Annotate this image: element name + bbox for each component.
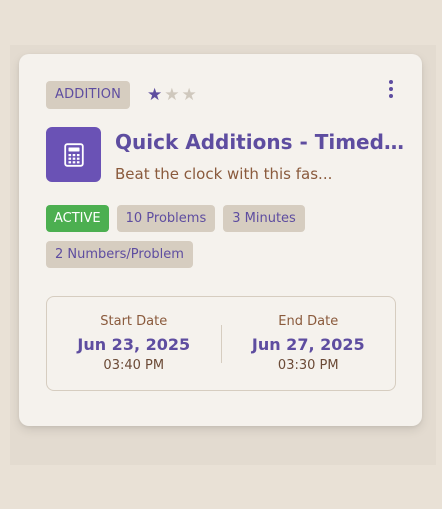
star-filled-icon: ★ <box>147 85 163 105</box>
start-date-value: Jun 23, 2025 <box>77 335 191 354</box>
end-date-label: End Date <box>278 314 339 329</box>
star-empty-icon: ★ <box>181 85 197 105</box>
numbers-per-problem-tag: 2 Numbers/Problem <box>46 241 193 268</box>
challenge-description: Beat the clock with this fas... <box>115 165 333 183</box>
end-date-value: Jun 27, 2025 <box>251 335 365 354</box>
menu-dot <box>389 80 393 84</box>
status-badge: ACTIVE <box>46 205 109 232</box>
start-date-section: Start Date Jun 23, 2025 03:40 PM <box>47 314 221 373</box>
star-empty-icon: ★ <box>164 85 180 105</box>
start-time-value: 03:40 PM <box>103 358 165 373</box>
difficulty-rating: ★ ★ ★ <box>147 84 197 106</box>
challenge-title[interactable]: Quick Additions - Timed Ro... <box>115 130 405 154</box>
challenge-card[interactable]: ADDITION ★ ★ ★ Quick Additions - Timed R… <box>19 54 422 426</box>
duration-tag: 3 Minutes <box>223 205 305 232</box>
menu-dot <box>389 94 393 98</box>
start-date-label: Start Date <box>100 314 168 329</box>
category-badge: ADDITION <box>46 81 131 109</box>
calculator-glyph <box>63 142 84 167</box>
date-range-panel: Start Date Jun 23, 2025 03:40 PM End Dat… <box>46 296 396 391</box>
end-date-section: End Date Jun 27, 2025 03:30 PM <box>222 314 396 373</box>
calculator-icon <box>46 127 101 182</box>
problems-tag: 10 Problems <box>116 205 216 232</box>
tag-list: ACTIVE 10 Problems 3 Minutes 2 Numbers/P… <box>46 205 406 268</box>
end-time-value: 03:30 PM <box>277 358 339 373</box>
menu-dot <box>389 87 393 91</box>
more-options-icon[interactable] <box>386 78 396 100</box>
